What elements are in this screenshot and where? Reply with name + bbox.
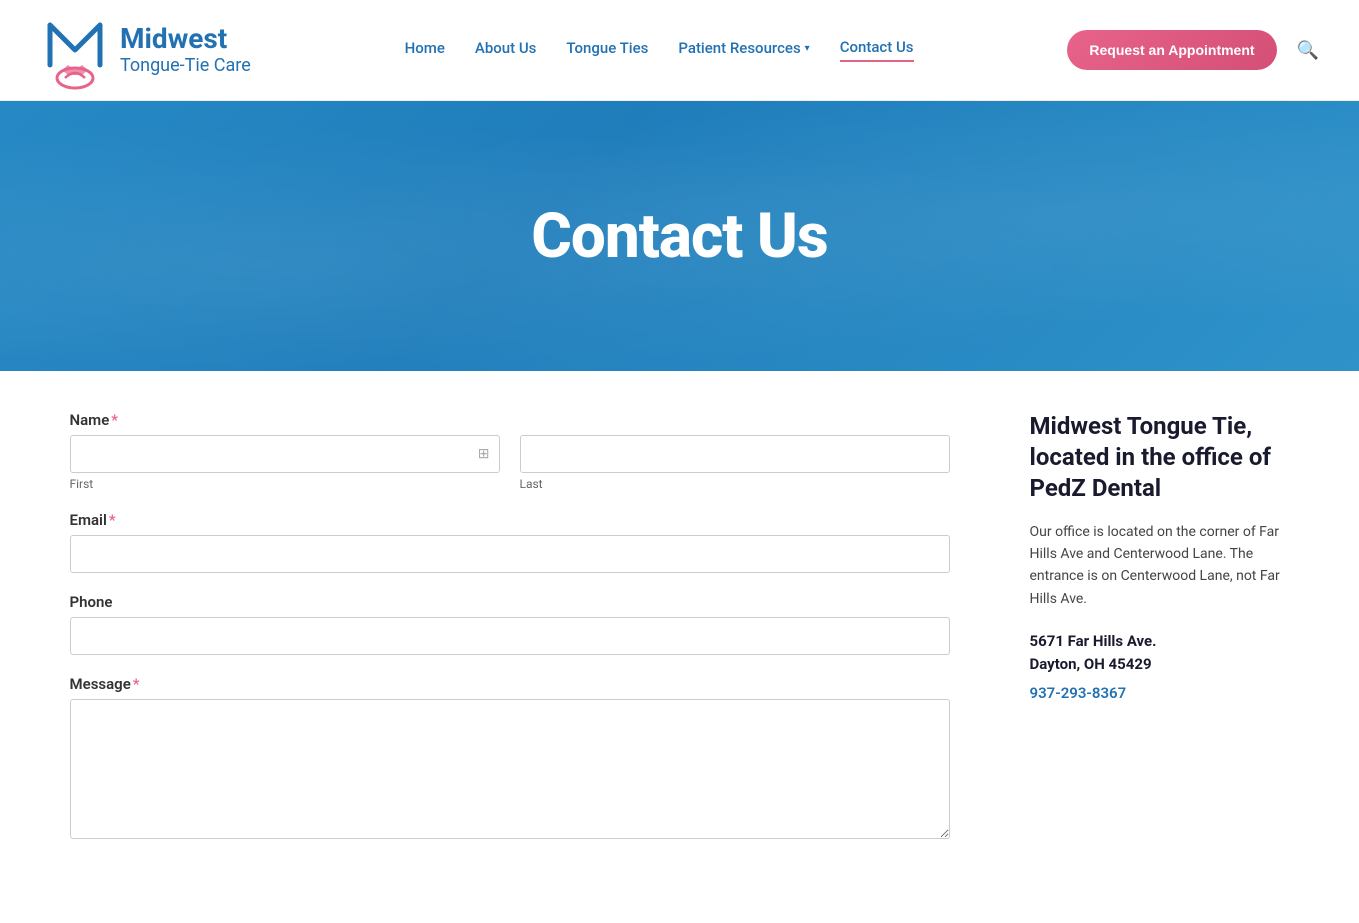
first-name-wrapper: ⊞ <box>70 435 500 473</box>
phone-group: Phone <box>70 593 950 655</box>
email-label: Email* <box>70 511 950 529</box>
logo-title: Midwest <box>120 24 251 55</box>
first-name-input[interactable] <box>70 435 500 473</box>
logo-icon <box>40 10 110 90</box>
nav-about-us[interactable]: About Us <box>475 39 537 61</box>
input-handle-icon: ⊞ <box>478 446 490 462</box>
last-name-field: Last <box>520 435 950 491</box>
contact-sidebar: Midwest Tongue Tie, located in the offic… <box>1030 411 1290 863</box>
email-group: Email* <box>70 511 950 573</box>
hero-title: Contact Us <box>531 200 827 273</box>
header-right: Request an Appointment 🔍 <box>1067 30 1319 70</box>
sidebar-phone[interactable]: 937-293-8367 <box>1030 684 1127 702</box>
name-label: Name* <box>70 411 950 429</box>
sidebar-title: Midwest Tongue Tie, located in the offic… <box>1030 411 1290 505</box>
sidebar-description: Our office is located on the corner of F… <box>1030 521 1290 611</box>
nav-patient-resources[interactable]: Patient Resources ▾ <box>678 39 809 61</box>
message-required-star: * <box>133 675 140 693</box>
last-label: Last <box>520 477 950 491</box>
message-label: Message* <box>70 675 950 693</box>
email-input[interactable] <box>70 535 950 573</box>
logo-area[interactable]: Midwest Tongue-Tie Care <box>40 10 251 90</box>
nav-contact-us[interactable]: Contact Us <box>840 38 914 62</box>
first-name-field: ⊞ First <box>70 435 500 491</box>
message-group: Message* <box>70 675 950 843</box>
phone-input[interactable] <box>70 617 950 655</box>
address-line2: Dayton, OH 45429 <box>1030 653 1290 676</box>
name-group: Name* ⊞ First Last <box>70 411 950 491</box>
name-row: ⊞ First Last <box>70 435 950 491</box>
logo-subtitle: Tongue-Tie Care <box>120 55 251 76</box>
address-line1: 5671 Far Hills Ave. <box>1030 630 1290 653</box>
first-label: First <box>70 477 500 491</box>
main-nav: Home About Us Tongue Ties Patient Resour… <box>405 38 914 62</box>
main-content: Name* ⊞ First Last Email* <box>30 371 1330 923</box>
nav-tongue-ties[interactable]: Tongue Ties <box>566 39 648 61</box>
logo-text: Midwest Tongue-Tie Care <box>120 24 251 76</box>
last-name-input[interactable] <box>520 435 950 473</box>
name-required-star: * <box>111 411 118 429</box>
phone-label: Phone <box>70 593 950 611</box>
nav-home[interactable]: Home <box>405 39 445 61</box>
request-appointment-button[interactable]: Request an Appointment <box>1067 30 1276 70</box>
email-required-star: * <box>109 511 116 529</box>
search-icon: 🔍 <box>1297 40 1319 60</box>
chevron-down-icon: ▾ <box>805 43 810 54</box>
message-textarea[interactable] <box>70 699 950 839</box>
search-button[interactable]: 🔍 <box>1297 40 1319 61</box>
sidebar-address: 5671 Far Hills Ave. Dayton, OH 45429 <box>1030 630 1290 675</box>
hero-banner: Contact Us <box>0 101 1359 371</box>
site-header: Midwest Tongue-Tie Care Home About Us To… <box>0 0 1359 101</box>
contact-form-section: Name* ⊞ First Last Email* <box>70 411 950 863</box>
